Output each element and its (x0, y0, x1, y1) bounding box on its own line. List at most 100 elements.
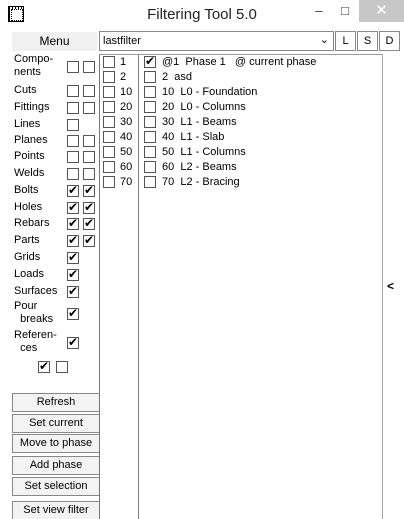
phase-name: 40 L1 - Slab (162, 131, 225, 143)
category-label: Lines (14, 118, 41, 130)
category-select-checkbox[interactable] (83, 200, 95, 214)
phase-number-checkbox[interactable] (103, 146, 115, 158)
category-label: Holes (14, 201, 43, 213)
phase-checkbox[interactable] (144, 71, 156, 83)
category-label: Referen- ces (14, 329, 57, 354)
category-select-checkbox[interactable] (83, 151, 95, 163)
filter-select-value: lastfilter (103, 35, 141, 47)
check-all-checkbox[interactable] (38, 359, 50, 373)
category-label: Grids (14, 251, 41, 263)
category-select-checkbox[interactable] (83, 102, 95, 114)
move-to-phase-button[interactable]: Move to phase (12, 434, 100, 453)
category-label: Surfaces (14, 285, 58, 297)
phase-name: 70 L2 - Bracing (162, 176, 240, 188)
column-divider (138, 55, 139, 519)
category-visible-checkbox[interactable] (67, 335, 79, 349)
set-view-filter-button[interactable]: Set view filter (12, 501, 100, 519)
title-bar: Filtering Tool 5.0 – □ ✕ (0, 0, 404, 31)
maximize-button[interactable]: □ (334, 0, 356, 22)
category-visible-checkbox[interactable] (67, 119, 79, 131)
category-label: Planes (14, 134, 48, 146)
category-select-checkbox[interactable] (83, 216, 95, 230)
phase-number-label: 60 (120, 161, 133, 173)
phase-number-label: 50 (120, 146, 133, 158)
phase-checkbox[interactable] (144, 54, 156, 68)
category-label: Rebars (14, 217, 50, 229)
phase-list (99, 54, 382, 519)
category-visible-checkbox[interactable] (67, 102, 79, 114)
phase-number-checkbox[interactable] (103, 131, 115, 143)
phase-number-label: 30 (120, 116, 133, 128)
category-visible-checkbox[interactable] (67, 183, 79, 197)
l-button[interactable]: L (335, 31, 356, 51)
category-label: Pour breaks (14, 300, 54, 325)
category-select-checkbox[interactable] (83, 183, 95, 197)
phase-number-checkbox[interactable] (103, 86, 115, 98)
chevron-down-icon: ⌄ (319, 33, 329, 46)
phase-number-label: 10 (120, 86, 133, 98)
phase-checkbox[interactable] (144, 161, 156, 173)
category-label: Bolts (14, 184, 39, 196)
s-button[interactable]: S (357, 31, 378, 51)
category-visible-checkbox[interactable] (67, 216, 79, 230)
category-label: Fittings (14, 101, 50, 113)
refresh-button[interactable]: Refresh (12, 393, 100, 412)
d-button[interactable]: D (379, 31, 400, 51)
minimize-button[interactable]: – (308, 0, 330, 22)
category-label: Loads (14, 268, 44, 280)
category-select-checkbox[interactable] (83, 85, 95, 97)
close-button[interactable]: ✕ (359, 0, 404, 22)
collapse-panel-button[interactable]: < (387, 279, 394, 293)
phase-number-checkbox[interactable] (103, 56, 115, 68)
phase-number-checkbox[interactable] (103, 161, 115, 173)
phase-checkbox[interactable] (144, 101, 156, 113)
category-label: Compo- nents (14, 53, 54, 78)
filter-select[interactable]: lastfilter ⌄ (99, 31, 334, 51)
phase-number-label: 1 (120, 56, 127, 68)
phase-checkbox[interactable] (144, 116, 156, 128)
phase-number-label: 2 (120, 71, 127, 83)
category-visible-checkbox[interactable] (67, 85, 79, 97)
add-phase-button[interactable]: Add phase (12, 456, 100, 475)
category-label: Points (14, 150, 45, 162)
category-visible-checkbox[interactable] (67, 135, 79, 147)
category-label: Welds (14, 167, 45, 179)
category-select-checkbox[interactable] (83, 233, 95, 247)
phase-number-checkbox[interactable] (103, 176, 115, 188)
set-current-button[interactable]: Set current (12, 414, 100, 433)
phase-number-checkbox[interactable] (103, 101, 115, 113)
phase-name: 60 L2 - Beams (162, 161, 237, 173)
category-visible-checkbox[interactable] (67, 200, 79, 214)
category-select-checkbox[interactable] (83, 168, 95, 180)
phase-name: 50 L1 - Columns (162, 146, 246, 158)
category-visible-checkbox[interactable] (67, 284, 79, 298)
phase-name: @1 Phase 1 @ current phase (162, 56, 317, 68)
category-select-checkbox[interactable] (83, 135, 95, 147)
phase-name: 2 asd (162, 71, 192, 83)
phase-checkbox[interactable] (144, 131, 156, 143)
menu-button[interactable]: Menu (12, 32, 97, 51)
phase-checkbox[interactable] (144, 146, 156, 158)
phase-checkbox[interactable] (144, 86, 156, 98)
category-select-checkbox[interactable] (83, 61, 95, 73)
category-label: Cuts (14, 84, 37, 96)
phase-name: 10 L0 - Foundation (162, 86, 258, 98)
uncheck-all-checkbox[interactable] (56, 361, 68, 373)
category-visible-checkbox[interactable] (67, 233, 79, 247)
phase-name: 20 L0 - Columns (162, 101, 246, 113)
phase-number-label: 40 (120, 131, 133, 143)
phase-name: 30 L1 - Beams (162, 116, 237, 128)
phase-number-label: 20 (120, 101, 133, 113)
phase-number-checkbox[interactable] (103, 116, 115, 128)
category-visible-checkbox[interactable] (67, 250, 79, 264)
category-visible-checkbox[interactable] (67, 61, 79, 73)
phase-checkbox[interactable] (144, 176, 156, 188)
category-visible-checkbox[interactable] (67, 267, 79, 281)
category-visible-checkbox[interactable] (67, 151, 79, 163)
category-label: Parts (14, 234, 40, 246)
category-visible-checkbox[interactable] (67, 168, 79, 180)
set-selection-button[interactable]: Set selection (12, 477, 100, 496)
category-visible-checkbox[interactable] (67, 306, 79, 320)
phase-number-checkbox[interactable] (103, 71, 115, 83)
phase-number-label: 70 (120, 176, 133, 188)
